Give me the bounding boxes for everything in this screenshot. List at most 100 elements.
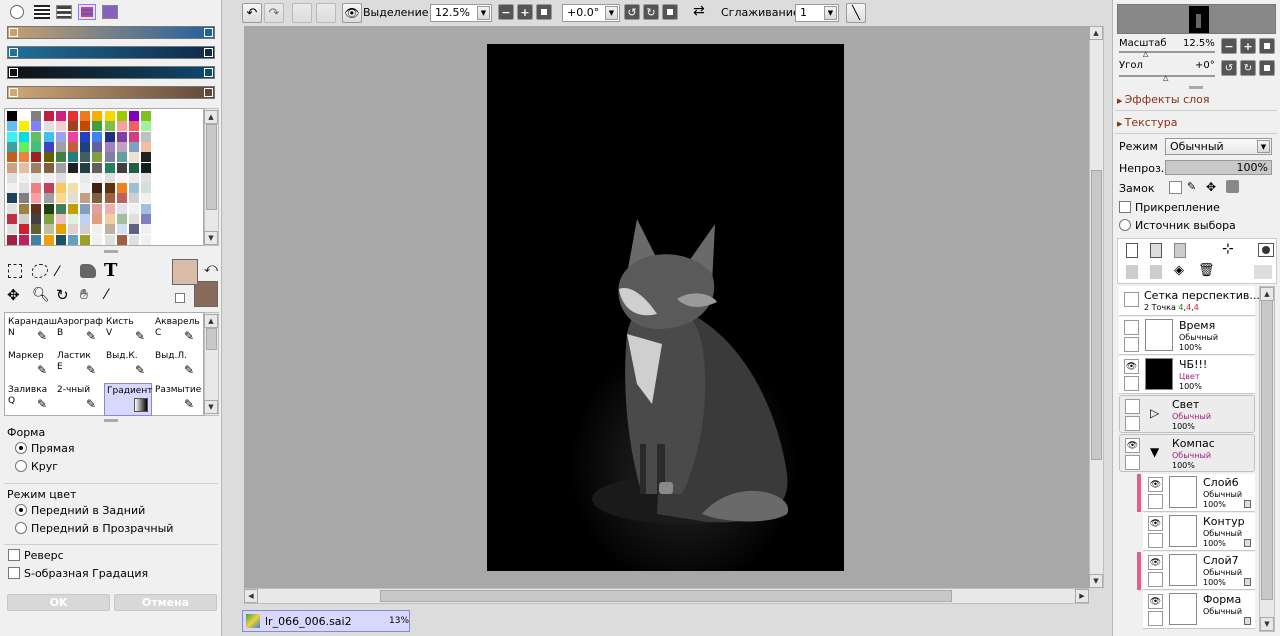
layer-row[interactable]: 👁︎ Форма Обычный <box>1143 591 1255 629</box>
new-vector-layer-icon[interactable] <box>1150 243 1162 258</box>
scale-plus-button[interactable]: + <box>1240 38 1256 54</box>
color-swatch[interactable] <box>31 183 42 194</box>
color-swatch[interactable] <box>116 152 127 163</box>
gradient-end-stop[interactable] <box>204 48 213 57</box>
brush-tool[interactable]: Выд.К. ✎ <box>104 349 152 382</box>
color-swatch[interactable] <box>43 183 54 194</box>
layer-visibility-checkbox[interactable] <box>1124 292 1139 307</box>
color-swatch[interactable] <box>7 193 17 204</box>
horizontal-scroll-thumb[interactable] <box>380 590 952 602</box>
clipping-checkbox[interactable]: Прикрепление <box>1119 201 1220 214</box>
color-swatch[interactable] <box>80 224 91 235</box>
gradient-preset[interactable] <box>7 46 215 59</box>
color-swatch[interactable] <box>104 234 115 245</box>
color-swatch[interactable] <box>129 141 139 152</box>
layer-select-checkbox[interactable] <box>1148 611 1163 626</box>
resize-grip-icon[interactable] <box>104 250 118 253</box>
s-gradation-checkbox[interactable]: S-образная Градация <box>8 567 148 580</box>
hand-icon[interactable]: ✋︎ <box>80 287 96 303</box>
selection-visibility-button[interactable]: 👁︎ <box>342 3 362 23</box>
move-icon[interactable]: ✥ <box>7 287 23 303</box>
marquee-icon[interactable] <box>8 264 22 278</box>
layer-mask-icon[interactable] <box>1258 243 1274 257</box>
form-option-circle[interactable]: Круг <box>15 460 58 473</box>
swatch-scroll-thumb[interactable] <box>206 124 217 210</box>
scroll-down-icon[interactable]: ▼ <box>1260 617 1274 631</box>
rotate-left-button[interactable]: ↺ <box>624 4 640 20</box>
redo-button[interactable]: ↷ <box>264 3 284 23</box>
color-swatch[interactable] <box>92 203 103 214</box>
chevron-down-icon[interactable]: ▼ <box>605 6 618 20</box>
ok-button[interactable]: OK <box>7 594 110 611</box>
color-swatch[interactable] <box>19 224 30 235</box>
gradient-end-stop[interactable] <box>204 28 213 37</box>
artwork-canvas[interactable] <box>487 44 844 571</box>
color-swatch[interactable] <box>19 203 30 214</box>
new-set-icon[interactable] <box>1174 243 1186 258</box>
color-swatch[interactable] <box>19 183 30 194</box>
zoom-field[interactable]: 12.5% ▼ <box>430 4 492 22</box>
layer-row[interactable]: 👁︎ Слой6 Обычный 100% <box>1143 474 1255 512</box>
color-swatch[interactable] <box>116 234 127 245</box>
blend-mode-select[interactable]: Обычный ▼ <box>1165 138 1272 155</box>
color-swatch[interactable] <box>19 141 30 152</box>
straight-line-button[interactable]: ╲ <box>846 3 866 23</box>
undo-button[interactable]: ↶ <box>242 3 262 23</box>
color-swatch[interactable] <box>19 152 30 163</box>
color-swatch[interactable] <box>92 193 103 204</box>
color-swatch[interactable] <box>92 234 103 245</box>
color-swatch[interactable] <box>141 203 152 214</box>
color-swatch[interactable] <box>43 224 54 235</box>
color-mode-fg-transparent[interactable]: Передний в Прозрачный <box>15 522 173 535</box>
color-swatch[interactable] <box>43 131 54 142</box>
color-swatch[interactable] <box>7 214 17 224</box>
transfer-down-icon[interactable] <box>1126 265 1138 279</box>
layer-row[interactable]: 👁︎ ЧБ!!! Цвет 100% <box>1119 356 1255 394</box>
color-swatch[interactable] <box>43 193 54 204</box>
checkbox-icon[interactable] <box>8 549 20 561</box>
color-swatch[interactable] <box>104 224 115 235</box>
color-swatch[interactable] <box>92 121 103 132</box>
color-swatch[interactable] <box>31 224 42 235</box>
scroll-up-icon[interactable]: ▲ <box>1260 287 1274 301</box>
layer-select-checkbox[interactable] <box>1125 416 1140 431</box>
color-swatch[interactable] <box>19 172 30 183</box>
layer-row[interactable]: 👁︎ Слой7 Обычный 100% <box>1143 552 1255 590</box>
color-swatch[interactable] <box>68 131 78 142</box>
lock-all-icon[interactable] <box>1226 180 1239 193</box>
color-swatch[interactable] <box>92 183 103 194</box>
document-tab[interactable]: lr_066_006.sai2 13% <box>242 610 410 632</box>
color-swatch[interactable] <box>7 234 17 245</box>
color-swatch[interactable] <box>104 141 115 152</box>
gradient-start-stop[interactable] <box>9 88 18 97</box>
color-swatch[interactable] <box>31 193 42 204</box>
merge-down-icon[interactable] <box>1150 265 1162 279</box>
chevron-down-icon[interactable]: ▼ <box>1150 445 1159 459</box>
color-swatch[interactable] <box>80 111 91 121</box>
tool-scroll-thumb[interactable] <box>206 328 217 350</box>
lines-icon[interactable] <box>34 5 50 19</box>
color-swatch[interactable] <box>104 183 115 194</box>
bars-icon[interactable] <box>56 5 72 19</box>
color-swatch[interactable] <box>31 121 42 132</box>
eye-icon[interactable]: 👁︎ <box>1148 555 1163 570</box>
reverse-checkbox[interactable]: Реверс <box>8 549 64 562</box>
color-swatch[interactable] <box>129 111 139 121</box>
color-swatch[interactable] <box>43 214 54 224</box>
eye-icon[interactable] <box>1125 399 1140 414</box>
color-swatch[interactable] <box>43 172 54 183</box>
flip-icon[interactable]: ⇄ <box>693 3 705 19</box>
color-swatch[interactable] <box>55 214 66 224</box>
checkbox-icon[interactable] <box>1119 201 1131 213</box>
layer-row[interactable]: 👁︎ Контур Обычный 100% <box>1143 513 1255 551</box>
color-swatch[interactable] <box>31 162 42 173</box>
vertical-scroll-thumb[interactable] <box>1091 170 1102 460</box>
color-swatch[interactable] <box>104 121 115 132</box>
scroll-down-icon[interactable]: ▼ <box>1089 574 1103 588</box>
color-swatch[interactable] <box>55 183 66 194</box>
rotate-icon[interactable]: ↻ <box>56 287 72 303</box>
color-swatch[interactable] <box>31 214 42 224</box>
color-swatch[interactable] <box>7 183 17 194</box>
chevron-down-icon[interactable]: ▼ <box>477 6 490 20</box>
radio-icon[interactable] <box>1119 219 1131 231</box>
